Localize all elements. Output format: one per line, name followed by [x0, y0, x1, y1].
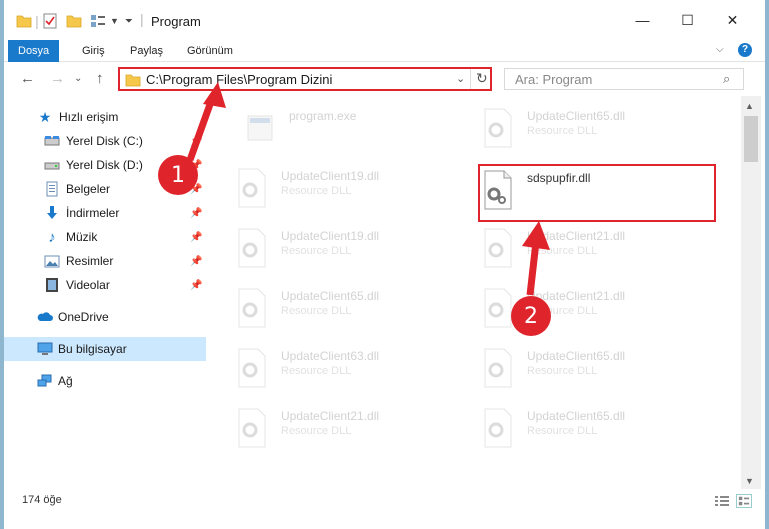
arrow-1-head: [203, 82, 226, 108]
step-2-marker: 2: [511, 296, 551, 336]
arrow-1-shaft: [186, 94, 217, 162]
annotation-arrows: [186, 82, 550, 296]
step-1-marker: 1: [158, 155, 198, 195]
arrow-2-shaft: [526, 241, 540, 296]
arrow-2-head: [522, 221, 550, 250]
